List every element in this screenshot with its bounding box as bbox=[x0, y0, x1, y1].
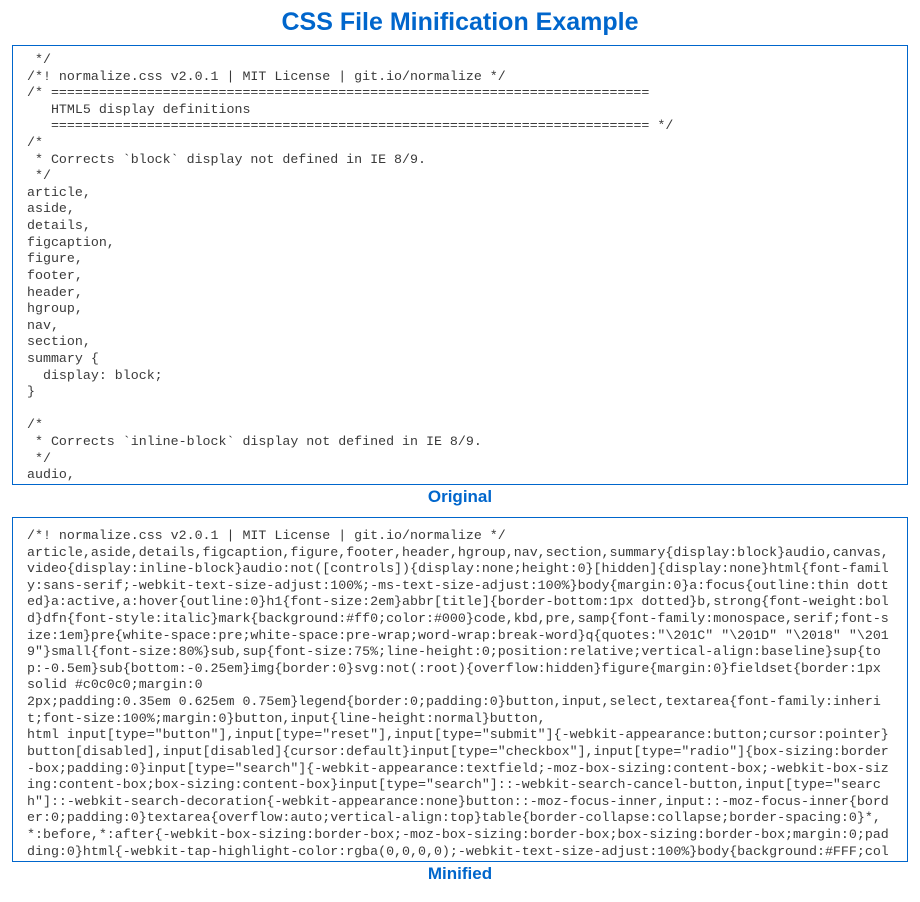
original-code-content: */ /*! normalize.css v2.0.1 | MIT Licens… bbox=[27, 52, 893, 485]
minified-caption: Minified bbox=[12, 864, 908, 884]
original-code-box: */ /*! normalize.css v2.0.1 | MIT Licens… bbox=[12, 45, 908, 485]
original-caption: Original bbox=[12, 487, 908, 507]
minified-code-box: /*! normalize.css v2.0.1 | MIT License |… bbox=[12, 517, 908, 862]
minified-code-content: /*! normalize.css v2.0.1 | MIT License |… bbox=[27, 524, 893, 862]
page-title: CSS File Minification Example bbox=[12, 8, 908, 37]
